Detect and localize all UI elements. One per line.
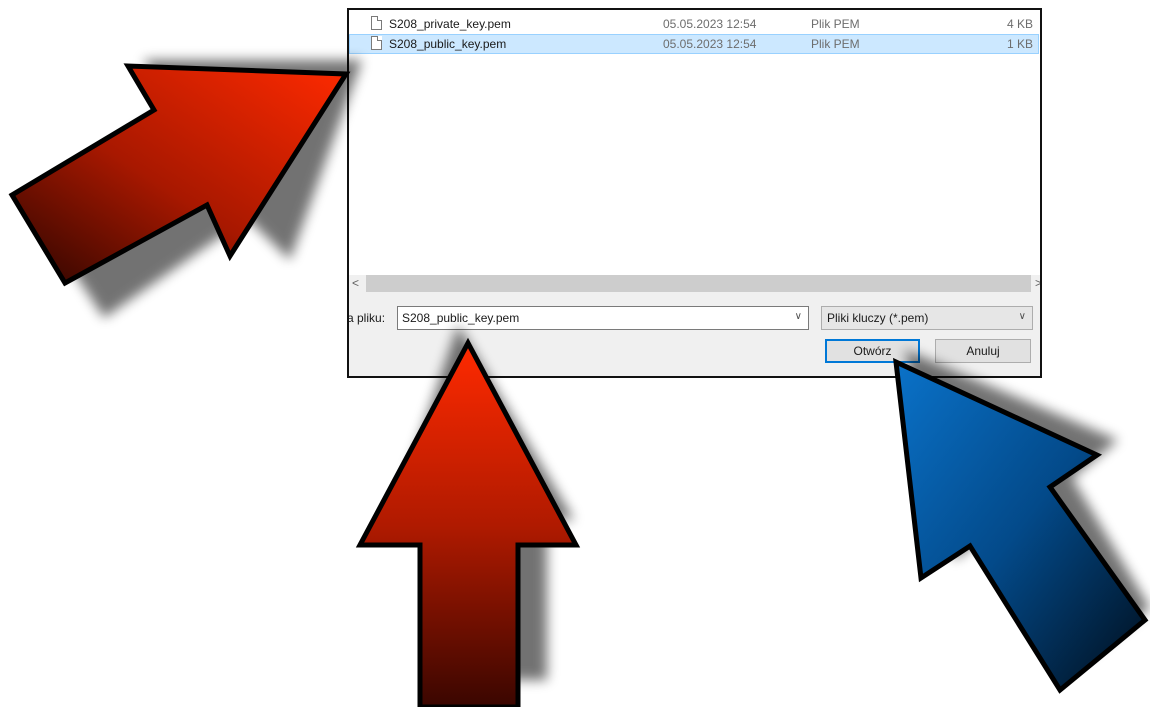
scrollbar-thumb[interactable] bbox=[366, 275, 1031, 292]
file-type: Plik PEM bbox=[811, 37, 860, 51]
scroll-left-icon[interactable]: < bbox=[352, 276, 359, 290]
filter-value: Pliki kluczy (*.pem) bbox=[827, 311, 929, 325]
filename-input[interactable]: S208_public_key.pem ∨ bbox=[397, 306, 809, 330]
file-icon bbox=[371, 36, 382, 50]
file-icon bbox=[371, 16, 382, 30]
file-row-public-key[interactable]: S208_public_key.pem 05.05.2023 12:54 Pli… bbox=[349, 34, 1039, 54]
file-type-filter[interactable]: Pliki kluczy (*.pem) ∨ bbox=[821, 306, 1033, 330]
file-open-dialog: S208_private_key.pem 05.05.2023 12:54 Pl… bbox=[347, 8, 1042, 378]
file-size: 1 KB bbox=[1006, 37, 1033, 51]
file-row-private-key[interactable]: S208_private_key.pem 05.05.2023 12:54 Pl… bbox=[349, 14, 1039, 34]
scroll-right-icon[interactable]: > bbox=[1035, 276, 1040, 290]
horizontal-scrollbar[interactable]: < > bbox=[349, 275, 1040, 292]
open-button[interactable]: Otwórz bbox=[825, 339, 920, 363]
file-name: S208_public_key.pem bbox=[389, 37, 507, 51]
filename-label: a pliku: bbox=[347, 311, 386, 325]
file-date: 05.05.2023 12:54 bbox=[663, 37, 757, 51]
file-type: Plik PEM bbox=[811, 17, 860, 31]
chevron-down-icon[interactable]: ∨ bbox=[1019, 311, 1026, 322]
filename-value: S208_public_key.pem bbox=[402, 311, 520, 325]
arrow-red-up bbox=[355, 337, 581, 707]
cancel-button[interactable]: Anuluj bbox=[935, 339, 1031, 363]
arrow-red-diagonal bbox=[8, 63, 351, 287]
file-name: S208_private_key.pem bbox=[389, 17, 511, 31]
file-size: 4 KB bbox=[1006, 17, 1033, 31]
file-date: 05.05.2023 12:54 bbox=[663, 17, 757, 31]
dialog-footer: a pliku: S208_public_key.pem ∨ Pliki klu… bbox=[347, 292, 1040, 376]
annotated-screenshot: S208_private_key.pem 05.05.2023 12:54 Pl… bbox=[0, 0, 1150, 707]
arrow-blue-diagonal bbox=[893, 357, 1149, 694]
chevron-down-icon[interactable]: ∨ bbox=[795, 311, 802, 322]
